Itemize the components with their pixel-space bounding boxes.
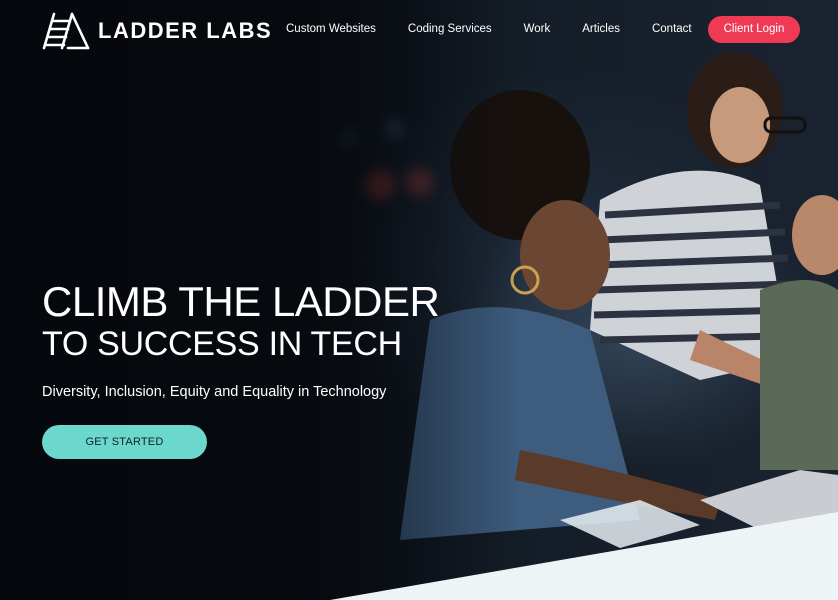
hero-tagline: Diversity, Inclusion, Equity and Equalit… [42,384,387,400]
nav-coding-services[interactable]: Coding Services [408,23,492,35]
get-started-button[interactable]: GET STARTED [42,425,207,459]
hero-title: CLIMB THE LADDER [42,278,440,325]
nav-contact[interactable]: Contact [652,23,692,35]
nav-custom-websites[interactable]: Custom Websites [286,23,376,35]
brand-name: LADDER LABS [98,18,273,43]
main-nav: Custom Websites Coding Services Work Art… [286,15,801,43]
nav-articles[interactable]: Articles [582,23,620,35]
client-login-button[interactable]: Client Login [707,15,801,43]
ladder-logo-icon [42,12,90,50]
nav-work[interactable]: Work [524,23,551,35]
site-header: LADDER LABS Custom Websites Coding Servi… [0,0,838,58]
brand-logo[interactable]: LADDER LABS [42,12,272,50]
hero-subtitle: TO SUCCESS IN TECH [42,325,402,363]
